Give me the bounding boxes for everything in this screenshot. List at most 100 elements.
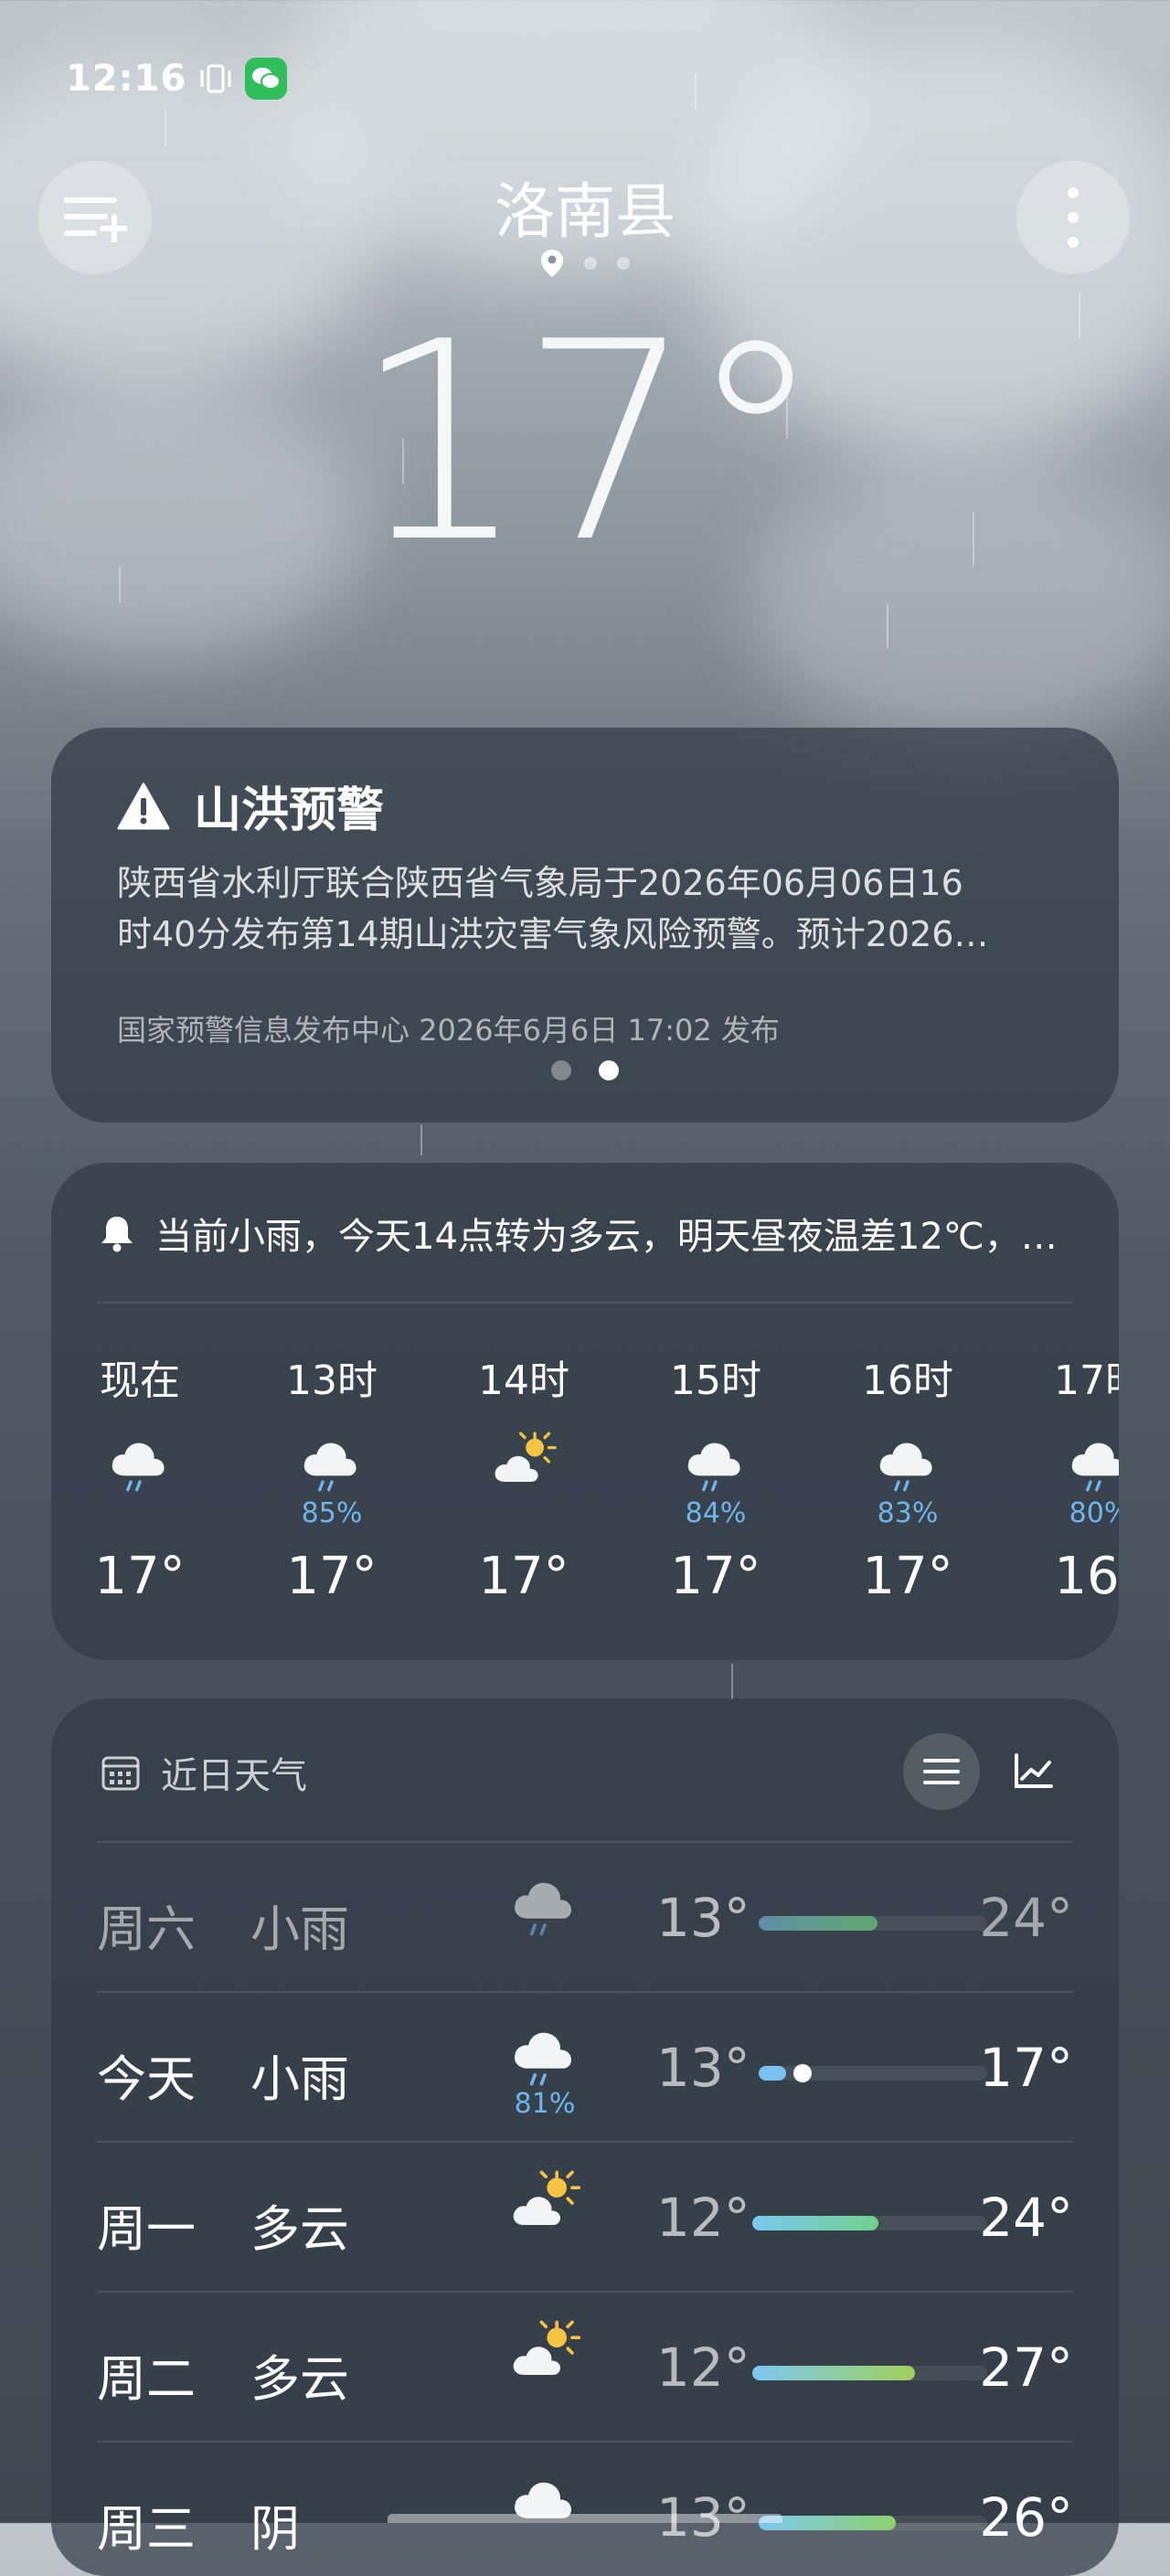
list-view-button[interactable] [903,1733,980,1810]
flood-alert-card[interactable]: 山洪预警 陕西省水利厅联合陕西省气象局于2026年06月06日16 时40分发布… [51,728,1119,1123]
hour-temperature: 17° [478,1547,569,1606]
temperature-range-fill [759,1916,878,1931]
daily-header: 近日天气 [101,1746,307,1799]
hourly-forecast-card[interactable]: 当前小雨，今天14点转为多云，明天昼夜温差12℃，… 现在 17° 13时 85% 17… [51,1163,1119,1660]
temperature-range-bar [752,2366,987,2380]
precip-chance: 85% [301,1497,363,1529]
warning-icon [117,782,170,829]
hour-temperature: 17° [94,1547,186,1606]
low-temperature: 13° [656,2037,750,2099]
hour-item: 14时 17° [446,1347,601,1606]
wechat-icon [245,58,288,100]
daily-row[interactable]: 周二 多云 12° 27° [97,2291,1073,2443]
hour-temperature: 16° [1054,1547,1119,1606]
rain-cloud-icon [879,1442,932,1492]
chart-view-button[interactable] [1011,1750,1055,1794]
daily-title: 近日天气 [161,1755,307,1797]
partly-cloudy-icon [513,2320,580,2375]
day-name: 周六 [97,1900,196,1958]
vibrate-icon [200,64,231,93]
precip-chance: 81% [514,2088,576,2120]
high-temperature: 26° [979,2486,1073,2549]
home-indicator[interactable] [388,2514,782,2523]
temperature-range-fill [759,2066,786,2081]
day-name: 周三 [97,2500,196,2558]
hour-temperature: 17° [670,1547,761,1606]
precip-chance [446,1496,601,1532]
alert-text: 陕西省水利厅联合陕西省气象局于2026年06月06日16 时40分发布第14期山… [117,857,1049,960]
daily-row[interactable]: 周一 多云 12° 24° [97,2141,1073,2293]
daily-forecast-card[interactable]: 近日天气 周六 小雨 13° 24° 今天 小雨 81% 13° 17° 周一 多云 12° 24° 周二… [51,1698,1119,2576]
alert-text-line: 时40分发布第14期山洪灾害气象风险预警。预计2026… [117,914,989,954]
precip-chance: 84% [685,1497,747,1529]
hour-item: 13时 85% 17° [254,1347,410,1606]
page-dot [617,257,630,270]
hour-item: 15时 84% 17° [638,1347,793,1606]
rain-cloud-icon [687,1442,740,1492]
hour-temperature: 17° [862,1547,953,1606]
day-name: 周二 [97,2350,196,2408]
current-temp-marker [793,2064,812,2082]
location-pin-icon [541,250,563,277]
hour-label: 15时 [670,1357,761,1404]
temperature-range-bar [759,2064,987,2082]
partly-cloudy-icon [495,1432,557,1482]
daily-row[interactable]: 今天 小雨 81% 13° 17° [97,1991,1073,2143]
low-temperature: 12° [656,2187,750,2249]
high-temperature: 24° [979,1887,1073,1949]
weather-summary: 当前小雨，今天14点转为多云，明天昼夜温差12℃，… [99,1207,1068,1260]
high-temperature: 27° [979,2336,1073,2399]
divider [97,1302,1073,1304]
precip-chance: 83% [877,1497,939,1529]
hour-item: 现在 17° [62,1347,218,1606]
alert-page-dot [551,1060,571,1080]
temperature-range-bar [759,1916,987,1931]
day-name: 周一 [97,2200,196,2258]
alert-source: 国家预警信息发布中心 2026年6月6日 17:02 发布 [117,1013,780,1048]
city-name: 洛南县 [495,176,675,247]
hour-item: 16时 83% 17° [830,1347,985,1606]
day-condition: 阴 [250,2500,300,2558]
weather-summary-text: 当前小雨，今天14点转为多云，明天昼夜温差12℃，… [155,1216,1058,1258]
rain-cloud-icon [515,2032,571,2086]
temperature-range-fill [752,2366,915,2380]
page-dot [584,257,597,270]
low-temperature: 13° [656,1887,750,1949]
day-condition: 多云 [250,2200,349,2258]
rain-cloud-icon [1071,1442,1119,1492]
hour-temperature: 17° [286,1547,378,1606]
hour-label: 14时 [478,1357,569,1404]
calendar-icon [101,1756,140,1791]
list-icon [923,1759,960,1784]
daily-row[interactable]: 周三阴 13° 26° [97,2441,1073,2576]
hour-item: 17时 80% 16° [1022,1347,1119,1606]
hour-label: 17时 [1054,1357,1119,1404]
day-condition: 多云 [250,2350,349,2408]
precip-chance: 80% [1069,1497,1119,1529]
rain-cloud-icon [112,1442,165,1492]
rain-cloud-icon [515,1882,571,1936]
alert-page-dot-active [599,1060,619,1080]
temperature-range-bar [752,2216,987,2230]
day-condition: 小雨 [250,1900,349,1958]
rain-cloud-icon [303,1442,356,1492]
alert-title: 山洪预警 [194,783,385,838]
high-temperature: 17° [979,2037,1073,2099]
alert-text-line: 陕西省水利厅联合陕西省气象局于2026年06月06日16 [117,863,963,903]
current-temperature: 17° [353,283,824,602]
status-time: 12:16 [66,58,187,100]
city-page-indicator[interactable] [0,249,1170,278]
temperature-range-fill [752,2216,878,2230]
status-bar: 12:16 [66,57,288,101]
partly-cloudy-icon [513,2170,580,2225]
hour-label: 13时 [286,1357,378,1404]
line-chart-icon [1015,1753,1053,1788]
low-temperature: 12° [656,2336,750,2399]
bell-icon [101,1217,133,1252]
day-condition: 小雨 [250,2050,349,2108]
daily-row[interactable]: 周六 小雨 13° 24° [97,1841,1073,1993]
temperature-range-bar [759,2516,987,2530]
hour-label: 现在 [100,1357,180,1404]
hour-label: 16时 [862,1357,953,1404]
alert-pager[interactable] [51,1060,1119,1080]
